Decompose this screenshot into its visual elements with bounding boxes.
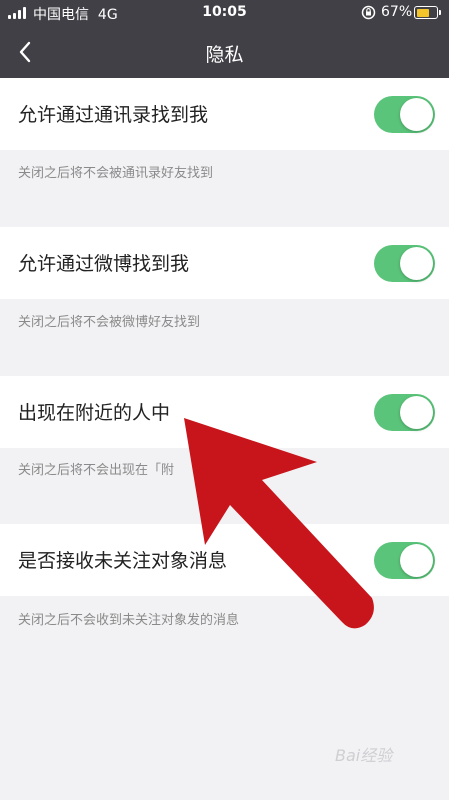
baidu-watermark: Bai经验 [335,746,393,765]
annotation-arrow-icon [184,418,374,629]
